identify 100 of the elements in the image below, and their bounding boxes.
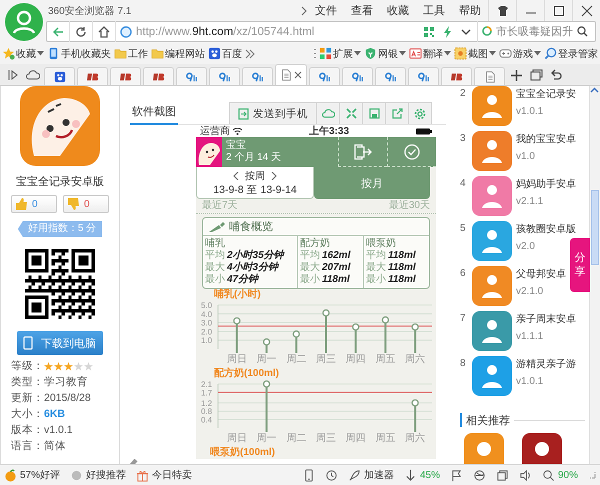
- scroll-thumb[interactable]: [591, 190, 599, 265]
- reload-icon[interactable]: [75, 26, 87, 38]
- browser-tab[interactable]: [408, 67, 439, 85]
- menu-item[interactable]: 工具: [416, 3, 452, 18]
- search-field[interactable]: 市长吸毒疑因升: [496, 26, 574, 38]
- check-circle-icon[interactable]: [404, 144, 420, 160]
- back-arrow-icon[interactable]: [52, 26, 64, 38]
- caret-icon[interactable]: [444, 51, 451, 56]
- status-item[interactable]: 57%好评: [4, 468, 60, 482]
- star-icon: [74, 362, 83, 370]
- stacked-windows-icon[interactable]: [530, 69, 542, 81]
- undo-icon[interactable]: [550, 69, 562, 81]
- app-title[interactable]: 宝宝全记录安: [516, 87, 576, 101]
- sidebar-toggle-icon[interactable]: [7, 69, 19, 81]
- browser-tab[interactable]: [143, 67, 174, 85]
- speaker-icon[interactable]: [518, 468, 532, 482]
- extension-item[interactable]: 网银: [364, 46, 406, 60]
- bookmark-item[interactable]: 百度: [208, 46, 242, 60]
- clock-time: 上午3:33: [308, 125, 349, 138]
- cloud-icon[interactable]: [26, 69, 40, 81]
- browser-tab[interactable]: [474, 67, 505, 85]
- globe-e-icon[interactable]: [472, 468, 486, 482]
- dislike-button[interactable]: 0: [63, 195, 109, 213]
- extension-item[interactable]: 登录管家: [544, 46, 598, 60]
- section-tab[interactable]: 软件截图: [130, 104, 178, 125]
- chevron-right-icon[interactable]: [271, 172, 277, 180]
- data-point: [412, 399, 419, 432]
- menu-item[interactable]: 文件: [308, 3, 344, 18]
- lightning-icon[interactable]: [443, 26, 453, 38]
- globe-icon: [120, 26, 132, 38]
- app-icon[interactable]: [522, 433, 562, 464]
- paw-icon: [208, 47, 221, 60]
- flag-icon[interactable]: [450, 468, 463, 482]
- plus-icon[interactable]: [510, 70, 522, 80]
- avatar-icon[interactable]: [5, 3, 43, 41]
- app-icon[interactable]: [472, 311, 512, 351]
- address-bar[interactable]: http://www.9ht.com/xz/105744.html 市长吸毒疑因升: [46, 21, 596, 42]
- download-arrow-icon: [404, 468, 417, 482]
- app-title[interactable]: 父母邦安卓: [516, 267, 566, 281]
- search-icon[interactable]: [577, 26, 588, 37]
- caret-icon[interactable]: [489, 51, 496, 56]
- browser-tab[interactable]: [176, 67, 207, 85]
- browser-tab[interactable]: [44, 67, 75, 85]
- app-title[interactable]: 妈妈助手安卓: [516, 177, 576, 191]
- swirl-logo-icon: [218, 70, 230, 82]
- chevron-right-icon[interactable]: [300, 6, 308, 16]
- scroll-up-icon[interactable]: [590, 86, 599, 95]
- bookmark-item[interactable]: 工作: [114, 46, 148, 60]
- app-title[interactable]: 亲子周末安卓: [516, 312, 576, 326]
- home-icon[interactable]: [98, 26, 110, 38]
- stat-line: 最大 4小时3分钟: [205, 262, 280, 274]
- status-item[interactable]: 加速器: [348, 468, 394, 482]
- browser-tab[interactable]: [441, 67, 472, 85]
- extension-item[interactable]: 游戏: [499, 46, 541, 60]
- url-text[interactable]: http://www.9ht.com/xz/105744.html: [136, 26, 314, 38]
- bookmark-item[interactable]: 编程网站: [151, 46, 205, 60]
- tick-label: 1.2: [201, 398, 212, 408]
- browser-tab[interactable]: [275, 64, 307, 85]
- export-icon[interactable]: [353, 144, 373, 160]
- caret-icon[interactable]: [354, 51, 361, 56]
- qr-icon[interactable]: [423, 26, 435, 38]
- menu-item[interactable]: 帮助: [452, 3, 488, 18]
- browser-tab[interactable]: [375, 67, 406, 85]
- maximize-icon[interactable]: [552, 4, 564, 16]
- app-title[interactable]: 孩教圈安卓版: [516, 222, 576, 236]
- extension-item[interactable]: 截图: [454, 46, 496, 60]
- extension-item[interactable]: 扩展: [319, 46, 361, 60]
- scrollbar[interactable]: [589, 86, 600, 464]
- caret-icon[interactable]: [534, 51, 541, 56]
- app-title[interactable]: 我的宝宝安卓: [516, 132, 576, 146]
- browser-tab[interactable]: [110, 67, 141, 85]
- browser-tab[interactable]: [77, 67, 108, 85]
- bookmark-item[interactable]: 收藏: [2, 46, 44, 60]
- thumbs-down-icon: [67, 198, 80, 210]
- caret-down-icon[interactable]: [461, 28, 471, 36]
- shirt-icon[interactable]: [496, 4, 508, 16]
- browser-tab[interactable]: [209, 67, 240, 85]
- close-icon[interactable]: [580, 4, 592, 16]
- menu-item[interactable]: 收藏: [380, 3, 416, 18]
- window-icon[interactable]: [496, 468, 509, 482]
- period-tab[interactable]: 按周 13-9-8 至 13-9-14: [196, 167, 314, 199]
- clock-icon[interactable]: [324, 468, 338, 482]
- chevron-left-icon[interactable]: [233, 172, 239, 180]
- close-icon[interactable]: [294, 71, 302, 79]
- caret-icon[interactable]: [399, 51, 406, 56]
- share-button[interactable]: 分享: [570, 238, 590, 292]
- app-title[interactable]: 游精灵亲子游: [516, 357, 576, 371]
- point: [292, 330, 300, 338]
- browser-tab[interactable]: [342, 67, 373, 85]
- menu-item[interactable]: 查看: [344, 3, 380, 18]
- rank-number: 5: [460, 223, 467, 234]
- status-item[interactable]: 今日特卖: [136, 468, 192, 482]
- caret-icon[interactable]: [37, 51, 44, 56]
- status-item[interactable]: 好搜推荐: [70, 468, 126, 482]
- bookmark-item[interactable]: 手机收藏夹: [47, 46, 111, 60]
- extension-item[interactable]: 翻译: [409, 46, 451, 60]
- browser-tab[interactable]: [309, 67, 340, 85]
- send-to-phone-button[interactable]: 发送到手机: [230, 103, 316, 124]
- double-chevron-icon[interactable]: [245, 48, 255, 58]
- browser-tab[interactable]: [242, 67, 273, 85]
